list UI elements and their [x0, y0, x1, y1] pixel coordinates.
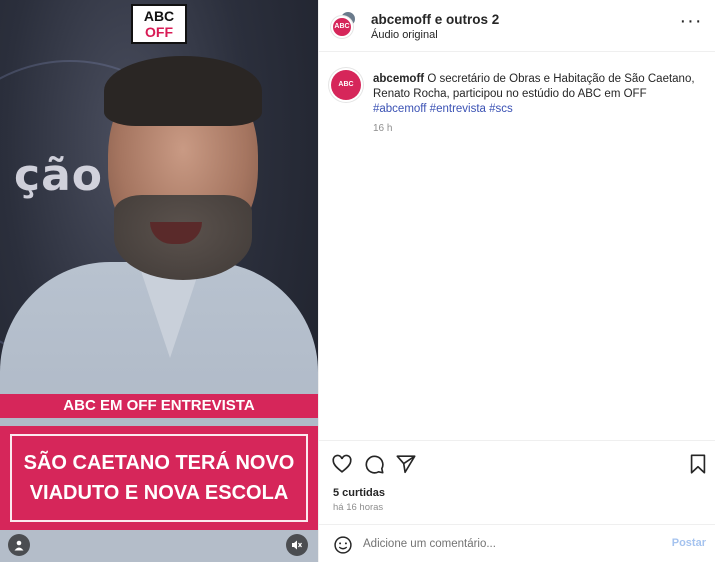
- comment-input[interactable]: [363, 535, 653, 553]
- post-side-panel: ABC abcemoff e outros 2 Áudio original ·…: [318, 0, 715, 562]
- post-age: há 16 horas: [333, 502, 384, 513]
- heart-icon[interactable]: [331, 453, 353, 475]
- caption-timestamp: 16 h: [373, 123, 393, 134]
- mute-icon[interactable]: [286, 534, 308, 556]
- background-word: ção: [14, 150, 104, 201]
- post-media[interactable]: ção ABC OFF ABC EM OFF ENTREVISTA SÃO CA…: [0, 0, 318, 562]
- media-bottom-strip: [0, 530, 318, 562]
- headline-box: SÃO CAETANO TERÁ NOVO VIADUTO E NOVA ESC…: [0, 426, 318, 530]
- comment-bar: Postar: [319, 524, 715, 562]
- emoji-icon[interactable]: [333, 535, 353, 555]
- share-icon[interactable]: [395, 453, 417, 475]
- bookmark-icon[interactable]: [687, 453, 709, 475]
- header-username[interactable]: abcemoff e outros 2: [371, 12, 499, 27]
- tagged-people-icon[interactable]: [8, 534, 30, 556]
- comment-icon[interactable]: [363, 453, 385, 475]
- caption-text-block: abcemoff O secretário de Obras e Habitaç…: [373, 72, 703, 117]
- headline-line-2: VIADUTO E NOVA ESCOLA: [29, 482, 289, 504]
- abcemoff-avatar[interactable]: ABC: [331, 16, 353, 38]
- likes-count[interactable]: 5 curtidas: [333, 487, 385, 499]
- caption-hashtags[interactable]: #abcemoff #entrevista #scs: [373, 103, 513, 115]
- post-header: ABC abcemoff e outros 2 Áudio original ·…: [319, 0, 715, 52]
- person-hair: [104, 56, 262, 126]
- abc-em-off-logo: ABC OFF: [131, 4, 187, 44]
- more-horizontal-icon[interactable]: ···: [679, 11, 703, 34]
- post-actions: 5 curtidas há 16 horas: [319, 440, 715, 524]
- headline-line-1: SÃO CAETANO TERÁ NOVO: [23, 452, 295, 474]
- original-audio-link[interactable]: Áudio original: [371, 29, 438, 41]
- post-comment-button[interactable]: Postar: [672, 537, 706, 549]
- headline-frame: SÃO CAETANO TERÁ NOVO VIADUTO E NOVA ESC…: [10, 434, 308, 522]
- interview-band-label: ABC EM OFF ENTREVISTA: [0, 394, 318, 418]
- caption-username[interactable]: abcemoff: [373, 73, 424, 85]
- caption-avatar[interactable]: ABC: [331, 70, 361, 100]
